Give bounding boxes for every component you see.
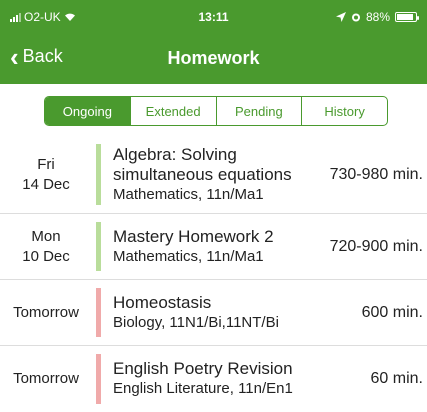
homework-row[interactable]: Fri 14 Dec Algebra: Solving simultaneous…	[0, 136, 427, 214]
homework-duration: 600 min.	[361, 303, 423, 321]
status-bar-indicator	[96, 288, 101, 337]
tab-pending[interactable]: Pending	[215, 97, 302, 125]
homework-subject: Biology, 11N1/Bi,11NT/Bi	[113, 313, 279, 331]
tab-ongoing[interactable]: Ongoing	[45, 97, 130, 125]
homework-row[interactable]: Mon 10 Dec Mastery Homework 2 Mathematic…	[0, 214, 427, 280]
tab-bar: Ongoing Extended Pending History	[44, 96, 388, 126]
homework-subject: English Literature, 11n/En1	[113, 380, 293, 397]
nav-bar: ‹ Back Homework	[0, 34, 427, 84]
due-date: Fri 14 Dec	[0, 136, 92, 213]
tab-history[interactable]: History	[301, 97, 387, 125]
homework-details: English Poetry Revision English Literatu…	[113, 346, 327, 412]
due-day-date: 10 Dec	[22, 247, 70, 265]
status-bar: O2-UK 13:11 88%	[0, 0, 427, 34]
homework-title: English Poetry Revision	[113, 359, 293, 378]
homework-subject: Mathematics, 11n/Ma1	[113, 185, 264, 203]
status-bar-indicator	[96, 144, 101, 205]
location-icon	[335, 12, 346, 22]
status-right: 88%	[335, 10, 419, 24]
due-day: Tomorrow	[13, 303, 79, 321]
due-day: Fri	[37, 155, 55, 173]
due-day: Tomorrow	[13, 370, 79, 387]
homework-row[interactable]: Tomorrow Homeostasis Biology, 11N1/Bi,11…	[0, 280, 427, 346]
header: O2-UK 13:11 88% ‹ Back Homework	[0, 0, 427, 84]
status-bar-indicator	[96, 222, 101, 271]
due-date: Mon 10 Dec	[0, 214, 92, 279]
homework-duration: 60 min.	[370, 370, 423, 387]
battery-icon	[395, 12, 419, 22]
homework-list: Fri 14 Dec Algebra: Solving simultaneous…	[0, 136, 427, 412]
alarm-icon	[351, 13, 360, 22]
homework-details: Homeostasis Biology, 11N1/Bi,11NT/Bi	[113, 280, 327, 345]
homework-row[interactable]: Tomorrow English Poetry Revision English…	[0, 346, 427, 412]
tab-extended[interactable]: Extended	[129, 97, 216, 125]
due-date: Tomorrow	[0, 280, 92, 345]
homework-title: Homeostasis	[113, 292, 212, 312]
homework-duration: 730-980 min.	[329, 165, 423, 183]
homework-duration: 720-900 min.	[329, 237, 423, 255]
homework-details: Mastery Homework 2 Mathematics, 11n/Ma1	[113, 214, 327, 279]
homework-title: Mastery Homework 2	[113, 226, 274, 246]
homework-title: Algebra: Solving simultaneous equations	[113, 144, 292, 184]
homework-details: Algebra: Solving simultaneous equations …	[113, 136, 327, 213]
homework-subject: Mathematics, 11n/Ma1	[113, 247, 264, 265]
due-date: Tomorrow	[0, 346, 92, 412]
due-day-date: 14 Dec	[22, 175, 70, 193]
page-title: Homework	[167, 48, 260, 68]
due-day: Mon	[31, 227, 61, 245]
battery-percent: 88%	[365, 10, 390, 24]
